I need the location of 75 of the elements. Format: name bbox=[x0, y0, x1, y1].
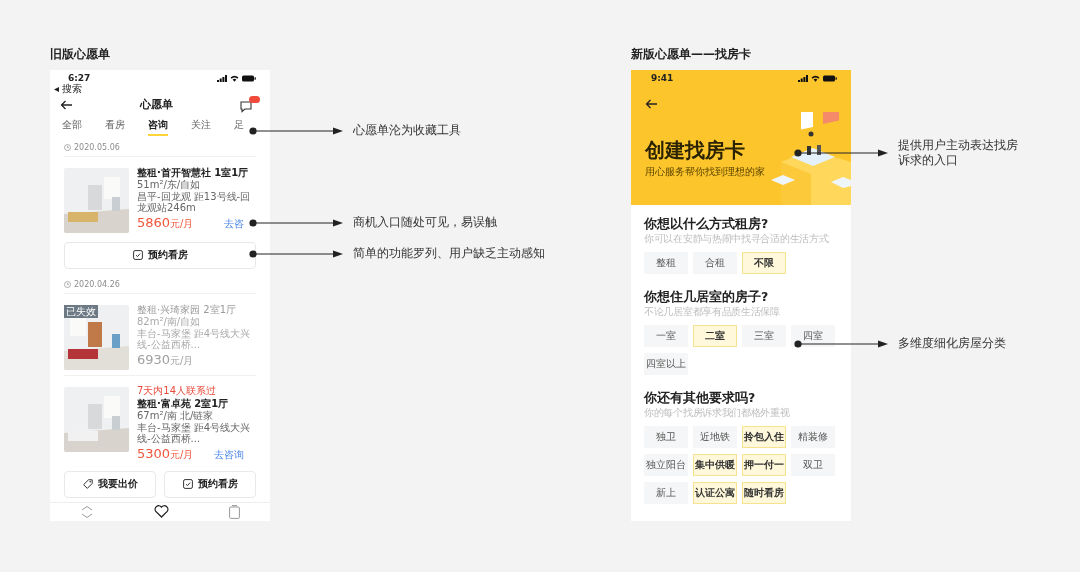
option-chip[interactable]: 二室 bbox=[693, 325, 737, 347]
tag-icon bbox=[82, 479, 93, 490]
status-time: 6:27 bbox=[68, 73, 91, 83]
option-chip[interactable]: 随时看房 bbox=[742, 482, 786, 504]
battery-icon bbox=[242, 74, 256, 82]
option-chip[interactable]: 近地铁 bbox=[693, 426, 737, 448]
annotation-text: 简单的功能罗列、用户缺乏主动感知 bbox=[353, 246, 545, 261]
annotation-text: 提供用户主动表达找房诉求的入口 bbox=[898, 138, 1019, 168]
hero-title: 创建找房卡 bbox=[645, 138, 746, 162]
option-chip[interactable]: 双卫 bbox=[791, 454, 835, 476]
option-chip[interactable]: 四室以上 bbox=[644, 353, 688, 375]
option-chip[interactable]: 拎包入住 bbox=[742, 426, 786, 448]
battery-icon bbox=[823, 74, 837, 82]
tab[interactable]: 足 bbox=[234, 115, 244, 136]
back-link[interactable]: ◂ 搜索 bbox=[54, 83, 91, 94]
tab[interactable]: 咨询 bbox=[148, 115, 168, 136]
option-chip[interactable]: 一室 bbox=[644, 325, 688, 347]
wifi-icon bbox=[811, 74, 820, 82]
signal-icon bbox=[217, 74, 227, 82]
listing-price: 5300元/月 bbox=[137, 445, 194, 462]
check-square-icon bbox=[182, 479, 193, 490]
listing-spec: 82m²/南/自如 bbox=[137, 315, 202, 328]
signal-icon bbox=[798, 74, 808, 82]
check-square-icon bbox=[132, 250, 143, 261]
contact-notice: 7天内14人联系过 bbox=[137, 384, 218, 397]
question-title: 你还有其他要求吗? bbox=[644, 390, 757, 406]
listing-title[interactable]: 整租·首开智慧社 1室1厅 bbox=[137, 165, 256, 179]
hero-subtitle: 用心服务帮你找到理想的家 bbox=[645, 165, 765, 179]
annotation-text: 商机入口随处可见，易误触 bbox=[353, 215, 497, 230]
wifi-icon bbox=[230, 74, 239, 82]
listing-location: 昌平-回龙观 距13号线-回龙观站246m bbox=[137, 190, 252, 213]
status-badge: 已失效 bbox=[64, 304, 98, 318]
booking-button[interactable]: 预约看房 bbox=[64, 241, 256, 269]
annotation-text: 多维度细化房屋分类 bbox=[898, 336, 1006, 351]
question-title: 你想住几居室的房子? bbox=[644, 289, 770, 305]
listing-spec: 51m²/东/自如 bbox=[137, 178, 202, 191]
date-label: 2020.04.26 bbox=[64, 276, 256, 294]
annotation-text: 心愿单沦为收藏工具 bbox=[353, 123, 461, 138]
listing-spec: 67m²/南 北/链家 bbox=[137, 409, 215, 422]
message-icon[interactable] bbox=[240, 96, 260, 114]
option-chip[interactable]: 不限 bbox=[742, 252, 786, 274]
consult-link[interactable]: 去咨询 bbox=[214, 447, 244, 462]
listing-title[interactable]: 整租·富卓苑 2室1厅 bbox=[137, 396, 256, 410]
tab[interactable]: 关注 bbox=[191, 115, 211, 136]
option-chip[interactable]: 精装修 bbox=[791, 426, 835, 448]
section-heading: 新版心愿单——找房卡 bbox=[631, 46, 752, 62]
heart-icon[interactable] bbox=[154, 505, 169, 519]
booking-button[interactable]: 预约看房 bbox=[164, 470, 256, 498]
back-arrow-icon[interactable] bbox=[645, 99, 658, 109]
listing-price: 5860元/月 bbox=[137, 214, 194, 231]
status-time: 9:41 bbox=[651, 73, 674, 85]
option-chip[interactable]: 新上 bbox=[644, 482, 688, 504]
option-chip[interactable]: 独卫 bbox=[644, 426, 688, 448]
option-chip[interactable]: 集中供暖 bbox=[693, 454, 737, 476]
listing-location: 丰台-马家堡 距4号线大兴线-公益西桥... bbox=[137, 421, 252, 444]
date-label: 2020.05.06 bbox=[64, 139, 256, 157]
back-arrow-icon[interactable] bbox=[60, 99, 73, 110]
clock-icon bbox=[64, 281, 71, 289]
listing-location: 丰台-马家堡 距4号线大兴线-公益西桥... bbox=[137, 327, 252, 350]
tab[interactable]: 全部 bbox=[62, 115, 82, 136]
section-heading: 旧版心愿单 bbox=[50, 46, 111, 62]
option-chip[interactable]: 整租 bbox=[644, 252, 688, 274]
clock-icon bbox=[64, 144, 71, 152]
option-chip[interactable]: 三室 bbox=[742, 325, 786, 347]
listing-price: 6930元/月 bbox=[137, 351, 194, 368]
option-chip[interactable]: 认证公寓 bbox=[693, 482, 737, 504]
option-chip[interactable]: 独立阳台 bbox=[644, 454, 688, 476]
question-title: 你想以什么方式租房? bbox=[644, 216, 770, 232]
option-chip[interactable]: 合租 bbox=[693, 252, 737, 274]
consult-link[interactable]: 去咨 bbox=[224, 216, 244, 231]
tab[interactable]: 看房 bbox=[105, 115, 125, 136]
page-title: 心愿单 bbox=[140, 97, 173, 113]
offer-button[interactable]: 我要出价 bbox=[64, 470, 156, 498]
clipboard-icon[interactable] bbox=[229, 504, 240, 519]
option-chip[interactable]: 押一付一 bbox=[742, 454, 786, 476]
